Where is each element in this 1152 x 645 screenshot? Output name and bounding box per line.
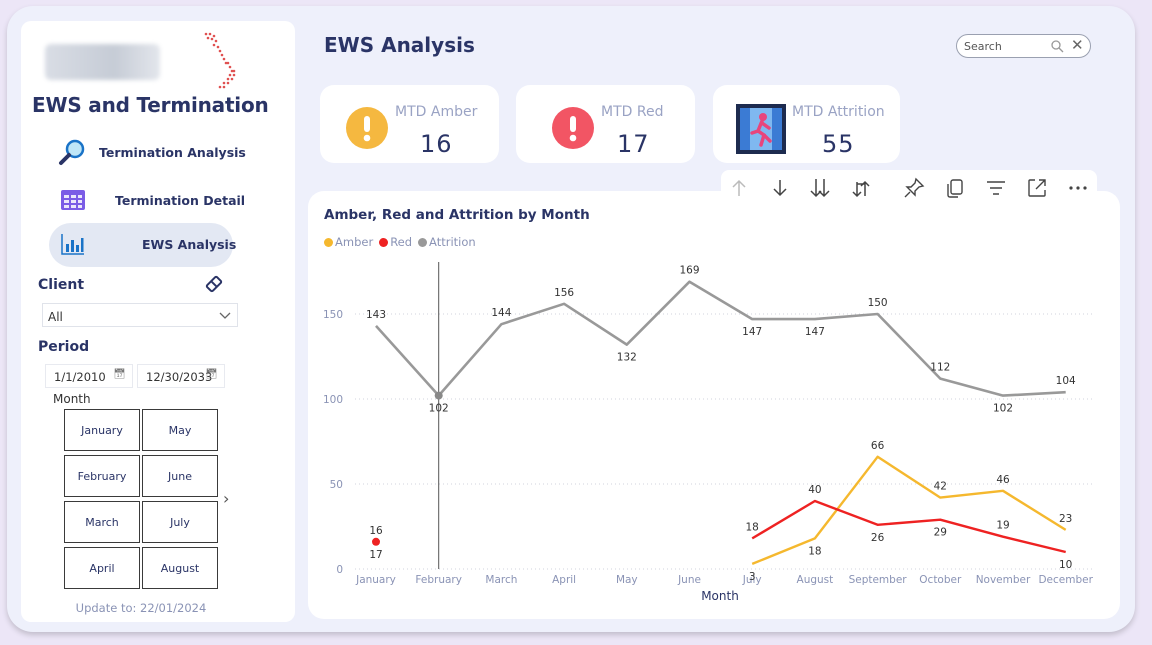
x-tick-label: February (415, 574, 462, 586)
hover-point (434, 391, 443, 400)
data-label-attrition: 104 (1056, 375, 1076, 387)
data-label-red: 18 (746, 521, 759, 533)
x-tick-label: March (485, 574, 517, 586)
x-tick-label: January (355, 574, 396, 586)
x-tick-label: September (849, 574, 908, 586)
x-tick-label: June (677, 574, 701, 586)
data-label-amber: 3 (749, 571, 756, 583)
y-tick-label: 150 (323, 309, 343, 321)
x-tick-label: December (1038, 574, 1093, 586)
data-label-amber: 23 (1059, 513, 1072, 525)
data-label-amber: 66 (871, 440, 885, 452)
y-tick-label: 50 (330, 479, 343, 491)
y-tick-label: 0 (336, 564, 343, 576)
data-label-attrition: 150 (868, 297, 888, 309)
y-tick-label: 100 (323, 394, 343, 406)
data-label-attrition: 143 (366, 309, 386, 321)
data-label-attrition: 147 (805, 326, 825, 338)
data-label-red: 10 (1059, 559, 1072, 571)
x-tick-label: May (616, 574, 638, 586)
x-tick-label: August (797, 574, 834, 586)
data-label-red: 17 (369, 549, 382, 561)
data-label-red: 26 (871, 532, 885, 544)
data-label-attrition: 144 (491, 307, 511, 319)
data-label-attrition: 102 (429, 403, 449, 415)
data-label-red: 29 (934, 527, 947, 539)
data-label-attrition: 156 (554, 287, 574, 299)
data-label-red: 19 (996, 520, 1009, 532)
data-point-red (372, 537, 380, 546)
data-label-red: 16 (369, 525, 383, 537)
data-label-red: 40 (808, 484, 821, 496)
x-tick-label: April (552, 574, 576, 586)
data-label-amber: 46 (996, 474, 1010, 486)
data-label-attrition: 147 (742, 326, 762, 338)
data-label-attrition: 102 (993, 403, 1013, 415)
data-label-amber: 42 (934, 481, 947, 493)
data-label-amber: 18 (808, 545, 821, 557)
x-tick-label: October (919, 574, 962, 586)
series-line-attrition (375, 280, 1066, 397)
line-chart[interactable]: 0 50 100 150 January February March April May Jun… (0, 0, 1152, 645)
data-label-attrition: 169 (679, 265, 699, 277)
x-axis-title: Month (701, 589, 739, 603)
data-label-attrition: 112 (930, 362, 950, 374)
x-tick-label: November (976, 574, 1031, 586)
data-label-attrition: 132 (617, 352, 637, 364)
